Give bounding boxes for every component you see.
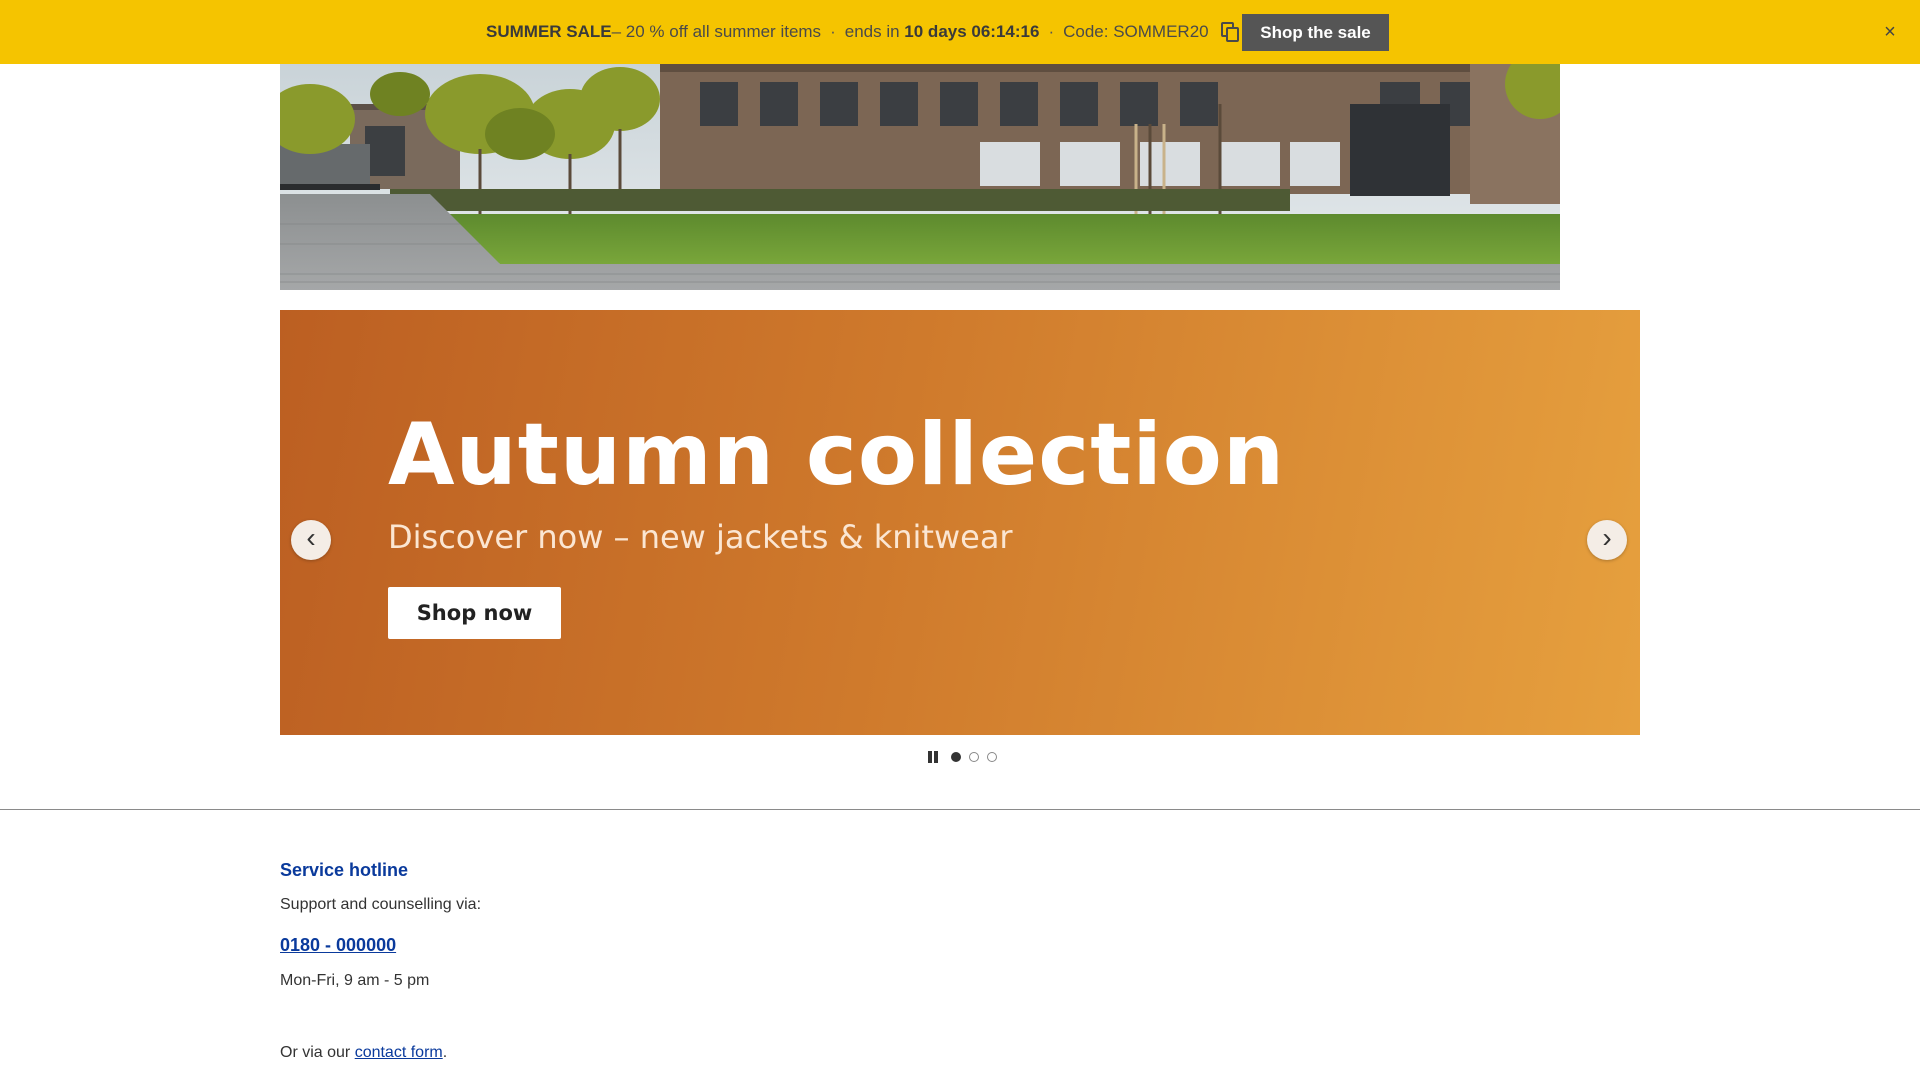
promo-message: SUMMER SALE – 20 % off all summer items …: [486, 0, 1241, 64]
promo-ends-prefix: ends in: [844, 22, 900, 41]
slide-dot-1[interactable]: [951, 752, 961, 762]
service-title: Service hotline: [280, 860, 409, 880]
promo-bar: SUMMER SALE – 20 % off all summer items …: [0, 0, 1920, 64]
section-divider: [0, 809, 1920, 810]
contact-suffix: .: [442, 1044, 448, 1061]
service-contact-line: Or via our contact form.: [280, 1044, 447, 1062]
hero-carousel: Autumn collection Discover now – new jac…: [280, 310, 1640, 735]
pause-icon[interactable]: [927, 751, 939, 763]
copy-icon[interactable]: [1219, 21, 1241, 43]
service-intro: Support and counselling via:: [280, 896, 482, 913]
promo-sale-description: – 20 % off all summer items: [611, 22, 822, 41]
promo-separator: ·: [830, 22, 836, 41]
service-hours: Mon-Fri, 9 am - 5 pm: [280, 972, 430, 989]
slide-title: Autumn collection: [388, 405, 1286, 505]
promo-sale-label: SUMMER SALE: [486, 22, 612, 41]
carousel-pagination: [927, 750, 997, 764]
contact-form-link[interactable]: contact form: [355, 1044, 443, 1061]
service-phone-link[interactable]: 0180 - 000000: [280, 935, 396, 956]
slide-dot-3[interactable]: [987, 752, 997, 762]
next-slide-chevron-right-icon[interactable]: ›: [1587, 520, 1627, 560]
slide-dot-2[interactable]: [969, 752, 979, 762]
hero-image: [280, 64, 1560, 290]
promo-code: Code: SOMMER20: [1063, 22, 1209, 41]
previous-slide-chevron-left-icon[interactable]: ‹: [291, 520, 331, 560]
slide-subtitle: Discover now – new jackets & knitwear: [388, 518, 1013, 556]
shop-now-button[interactable]: Shop now: [388, 587, 561, 639]
promo-separator: ·: [1048, 22, 1055, 41]
promo-countdown: 10 days 06:14:16: [904, 22, 1040, 41]
shop-the-sale-button[interactable]: Shop the sale: [1242, 14, 1389, 51]
contact-prefix: Or via our: [280, 1044, 355, 1061]
close-icon[interactable]: ×: [1878, 20, 1902, 44]
